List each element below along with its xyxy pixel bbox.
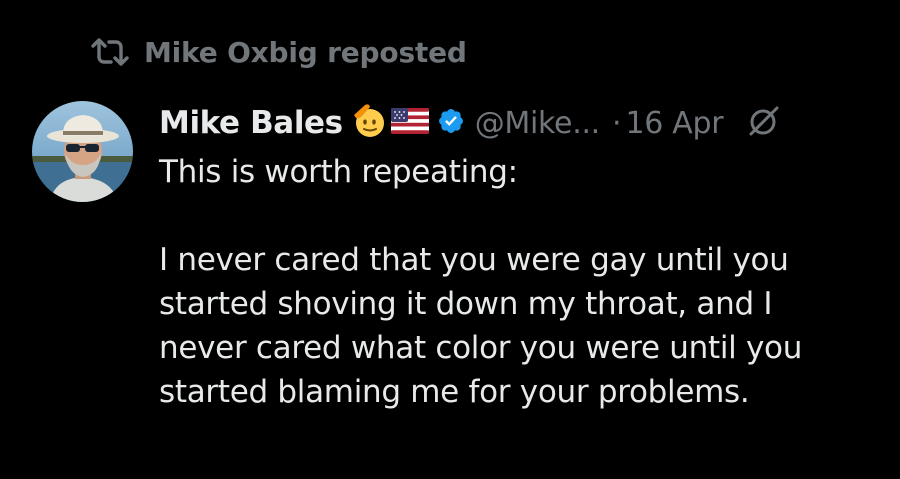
tweet-line: started shoving it down my throat, and I	[159, 286, 773, 322]
display-name[interactable]: Mike Bales	[159, 105, 343, 141]
separator-dot: ·	[611, 105, 622, 141]
tweet-line: I never cared that you were gay until yo…	[159, 242, 789, 278]
repost-icon	[90, 37, 130, 67]
grok-icon[interactable]	[747, 104, 781, 142]
tweet-line: started blaming me for your problems.	[159, 374, 750, 410]
tweet-text: This is worth repeating: I never cared t…	[159, 150, 889, 414]
repost-label[interactable]: Mike Oxbig reposted	[144, 36, 467, 69]
repost-header[interactable]: Mike Oxbig reposted	[90, 30, 467, 74]
avatar[interactable]	[32, 101, 133, 202]
tweet-line: never cared what color you were until yo…	[159, 330, 803, 366]
author-handle[interactable]: @Mike...	[475, 106, 601, 141]
post-date[interactable]: 16 Apr	[625, 106, 723, 141]
tweet-line: This is worth repeating:	[159, 154, 518, 190]
us-flag-emoji	[390, 107, 429, 139]
verified-badge-icon[interactable]	[437, 107, 465, 139]
tweet-body[interactable]: Mike Bales @Mike... · 16 Apr This is wor…	[159, 98, 889, 414]
saluting-face-emoji	[351, 103, 387, 143]
tweet-header: Mike Bales @Mike... · 16 Apr	[159, 98, 889, 148]
